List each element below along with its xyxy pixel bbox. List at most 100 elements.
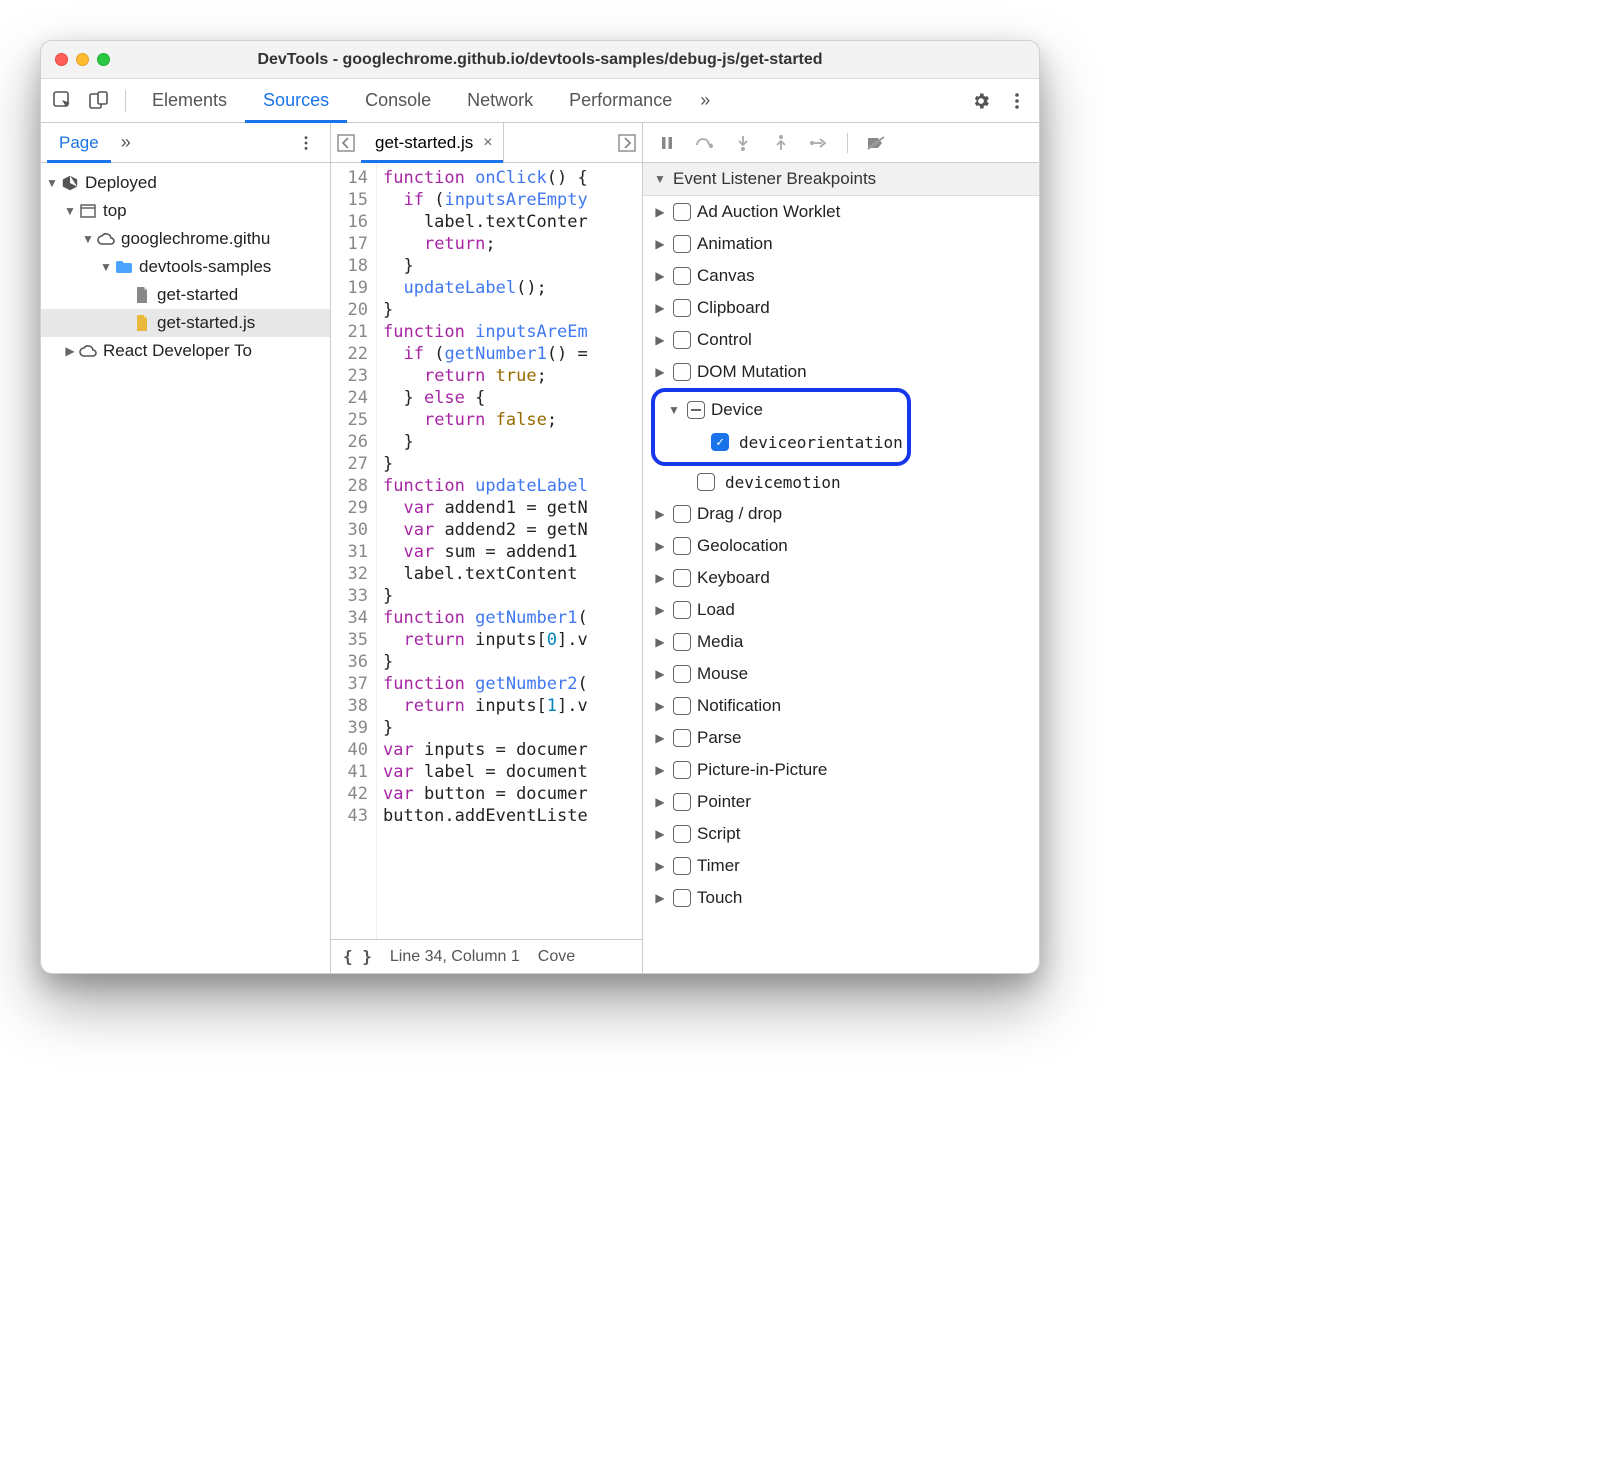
bp-category-geolocation[interactable]: ▶Geolocation <box>643 530 1039 562</box>
tree-file-html[interactable]: get-started <box>41 281 330 309</box>
checkbox[interactable] <box>673 203 691 221</box>
tree-file-js[interactable]: get-started.js <box>41 309 330 337</box>
pretty-print-icon[interactable]: { } <box>343 947 372 966</box>
bp-category-pointer[interactable]: ▶Pointer <box>643 786 1039 818</box>
event-listener-breakpoints-header[interactable]: ▼ Event Listener Breakpoints <box>643 163 1039 196</box>
checkbox[interactable] <box>673 267 691 285</box>
bp-category-mouse[interactable]: ▶Mouse <box>643 658 1039 690</box>
close-tab-icon[interactable]: × <box>483 134 492 152</box>
bp-category-clipboard[interactable]: ▶Clipboard <box>643 292 1039 324</box>
bp-category-media[interactable]: ▶Media <box>643 626 1039 658</box>
tree-label: Deployed <box>85 173 157 193</box>
bp-category-animation[interactable]: ▶Animation <box>643 228 1039 260</box>
bp-category-touch[interactable]: ▶Touch <box>643 882 1039 914</box>
bp-category-label: Load <box>697 600 735 620</box>
bp-category-label: Clipboard <box>697 298 770 318</box>
bp-category-canvas[interactable]: ▶Canvas <box>643 260 1039 292</box>
checkbox[interactable] <box>673 537 691 555</box>
nav-kebab-icon[interactable] <box>288 125 324 161</box>
editor-pane: get-started.js × 14151617181920212223242… <box>331 123 643 973</box>
bp-category-device[interactable]: ▼Device <box>657 394 903 426</box>
bp-category-drag-drop[interactable]: ▶Drag / drop <box>643 498 1039 530</box>
nav-back-icon[interactable] <box>331 134 361 152</box>
checkbox[interactable] <box>673 825 691 843</box>
checkbox[interactable] <box>673 857 691 875</box>
bp-category-control[interactable]: ▶Control <box>643 324 1039 356</box>
more-tabs-button[interactable]: » <box>690 90 720 111</box>
tree-deployed[interactable]: ▼ Deployed <box>41 169 330 197</box>
minimize-window-button[interactable] <box>76 53 89 66</box>
bp-category-load[interactable]: ▶Load <box>643 594 1039 626</box>
tab-performance[interactable]: Performance <box>551 79 690 123</box>
nav-more-button[interactable]: » <box>111 132 141 153</box>
checkbox[interactable] <box>697 473 715 491</box>
step-over-icon[interactable] <box>693 131 717 155</box>
cube-icon <box>59 174 81 192</box>
bp-category-picture-in-picture[interactable]: ▶Picture-in-Picture <box>643 754 1039 786</box>
nav-tab-page[interactable]: Page <box>47 123 111 163</box>
checkbox[interactable] <box>673 569 691 587</box>
bp-category-label: Animation <box>697 234 773 254</box>
settings-gear-icon[interactable] <box>963 83 999 119</box>
checkbox[interactable] <box>673 761 691 779</box>
checkbox[interactable] <box>673 505 691 523</box>
workspace: Page » ▼ Deployed ▼ top <box>41 123 1039 973</box>
chevron-right-icon: ▶ <box>653 205 667 219</box>
editor-tab[interactable]: get-started.js × <box>361 123 504 163</box>
source-text: function onClick() { if (inputsAreEmpty … <box>377 163 588 939</box>
tree-label: top <box>103 201 127 221</box>
checkbox[interactable] <box>673 235 691 253</box>
tab-sources[interactable]: Sources <box>245 79 347 123</box>
bp-category-label: Media <box>697 632 743 652</box>
kebab-menu-icon[interactable] <box>999 83 1035 119</box>
bp-event-deviceorientation[interactable]: ✓ deviceorientation <box>657 426 903 458</box>
bp-category-label: Timer <box>697 856 740 876</box>
tree-origin[interactable]: ▼ googlechrome.githu <box>41 225 330 253</box>
zoom-window-button[interactable] <box>97 53 110 66</box>
checkbox[interactable] <box>673 601 691 619</box>
chevron-down-icon: ▼ <box>99 260 113 274</box>
tree-top[interactable]: ▼ top <box>41 197 330 225</box>
bp-event-devicemotion[interactable]: devicemotion <box>643 466 1039 498</box>
checkbox[interactable] <box>673 697 691 715</box>
checkbox[interactable] <box>673 665 691 683</box>
checkbox[interactable] <box>673 299 691 317</box>
devtools-window: DevTools - googlechrome.github.io/devtoo… <box>40 40 1040 974</box>
bp-category-dom-mutation[interactable]: ▶DOM Mutation <box>643 356 1039 388</box>
bp-category-timer[interactable]: ▶Timer <box>643 850 1039 882</box>
chevron-right-icon: ▶ <box>653 667 667 681</box>
deactivate-breakpoints-icon[interactable] <box>864 131 888 155</box>
tree-extension[interactable]: ▶ React Developer To <box>41 337 330 365</box>
bp-event-label: deviceorientation <box>739 433 903 452</box>
checkbox[interactable]: ✓ <box>711 433 729 451</box>
bp-category-ad-auction-worklet[interactable]: ▶Ad Auction Worklet <box>643 196 1039 228</box>
tab-elements[interactable]: Elements <box>134 79 245 123</box>
checkbox[interactable] <box>673 363 691 381</box>
device-toolbar-icon[interactable] <box>81 83 117 119</box>
nav-forward-icon[interactable] <box>612 134 642 152</box>
chevron-right-icon: ▶ <box>653 269 667 283</box>
bp-category-script[interactable]: ▶Script <box>643 818 1039 850</box>
step-into-icon[interactable] <box>731 131 755 155</box>
checkbox[interactable] <box>673 889 691 907</box>
tree-folder[interactable]: ▼ devtools-samples <box>41 253 330 281</box>
js-file-icon <box>131 315 153 331</box>
bp-category-keyboard[interactable]: ▶Keyboard <box>643 562 1039 594</box>
bp-category-parse[interactable]: ▶Parse <box>643 722 1039 754</box>
close-window-button[interactable] <box>55 53 68 66</box>
step-icon[interactable] <box>807 131 831 155</box>
inspect-element-icon[interactable] <box>45 83 81 119</box>
checkbox[interactable] <box>687 401 705 419</box>
step-out-icon[interactable] <box>769 131 793 155</box>
checkbox[interactable] <box>673 633 691 651</box>
code-area[interactable]: 1415161718192021222324252627282930313233… <box>331 163 642 939</box>
bp-category-label: Touch <box>697 888 742 908</box>
tree-label: get-started.js <box>157 313 255 333</box>
checkbox[interactable] <box>673 729 691 747</box>
bp-category-notification[interactable]: ▶Notification <box>643 690 1039 722</box>
pause-icon[interactable] <box>655 131 679 155</box>
tab-network[interactable]: Network <box>449 79 551 123</box>
checkbox[interactable] <box>673 331 691 349</box>
tab-console[interactable]: Console <box>347 79 449 123</box>
checkbox[interactable] <box>673 793 691 811</box>
